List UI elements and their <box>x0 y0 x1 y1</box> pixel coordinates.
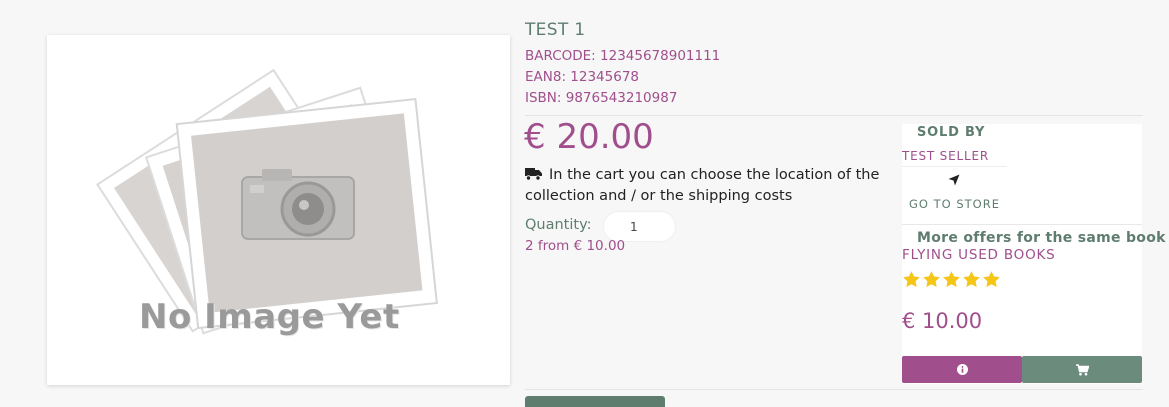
more-offers-heading: More offers for the same book <box>917 230 1166 246</box>
shopping-cart-icon <box>1075 363 1089 375</box>
info-circle-icon <box>956 364 968 375</box>
ean8-text: EAN8: 12345678 <box>525 69 640 85</box>
add-to-cart-button[interactable] <box>525 396 665 407</box>
seller-name-link[interactable]: TEST SELLER <box>902 149 989 163</box>
star-icon <box>923 271 940 287</box>
offer-price: € 10.00 <box>902 309 983 333</box>
divider <box>902 166 1007 167</box>
star-icon <box>903 271 920 287</box>
quantity-label: Quantity: <box>525 217 592 233</box>
rating-stars <box>902 270 1001 289</box>
divider <box>525 389 1143 390</box>
star-icon <box>983 271 1000 287</box>
divider <box>902 224 1142 225</box>
shipping-note: In the cart you can choose the location … <box>525 167 880 204</box>
star-icon <box>963 271 980 287</box>
no-image-text: No Image Yet <box>139 297 400 337</box>
barcode-text: BARCODE: 12345678901111 <box>525 48 721 64</box>
star-icon <box>943 271 960 287</box>
offer-seller-link[interactable]: FLYING USED BOOKS <box>902 247 1056 263</box>
quantity-input[interactable] <box>604 212 675 241</box>
location-arrow-icon[interactable] <box>948 174 960 186</box>
product-image: No Image Yet <box>47 35 510 385</box>
offer-info-button[interactable] <box>902 356 1022 383</box>
offer-add-to-cart-button[interactable] <box>1022 356 1142 383</box>
isbn-text: ISBN: 9876543210987 <box>525 90 678 106</box>
divider <box>525 115 1143 116</box>
camera-icon <box>241 169 355 240</box>
product-title: TEST 1 <box>525 20 586 40</box>
go-to-store-link[interactable]: GO TO STORE <box>909 197 1000 211</box>
sold-by-label: SOLD BY <box>917 125 986 140</box>
offers-summary-link[interactable]: 2 from € 10.00 <box>525 238 625 254</box>
product-price: € 20.00 <box>524 117 654 157</box>
